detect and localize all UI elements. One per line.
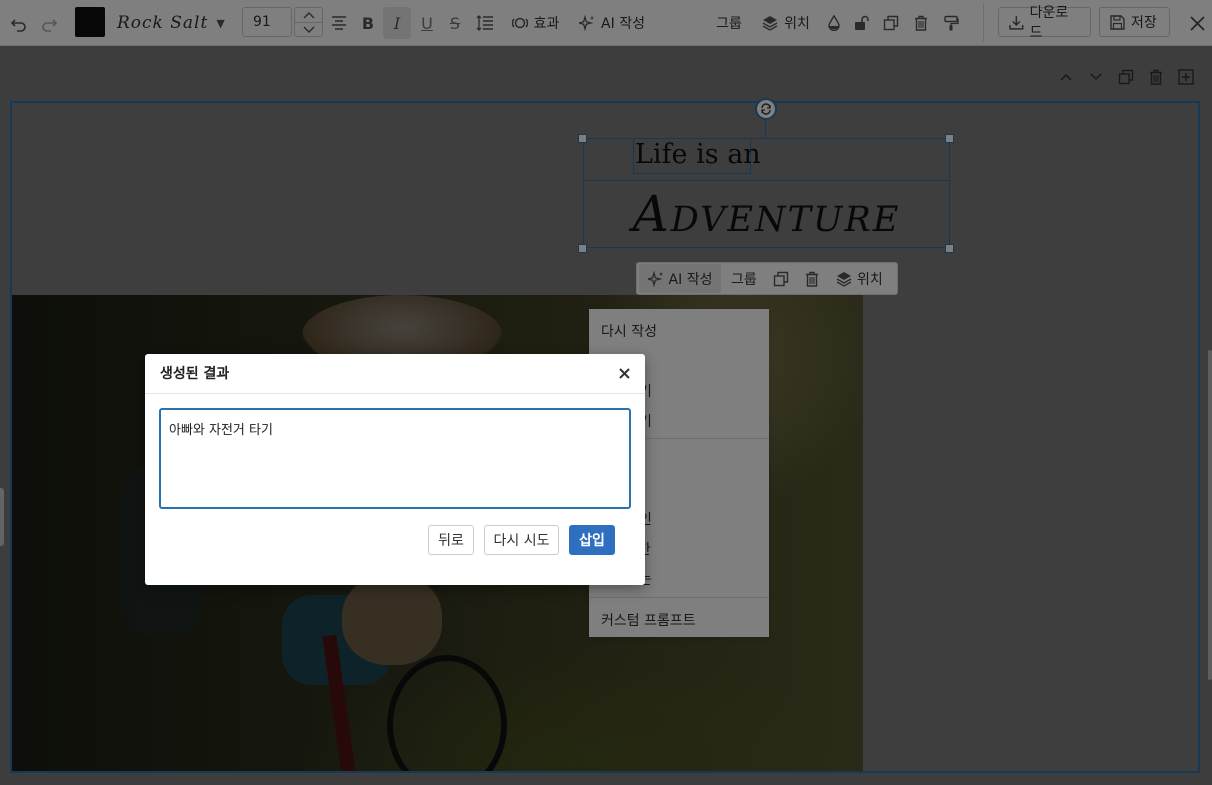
insert-button[interactable]: 삽입 [569, 525, 615, 555]
close-icon[interactable] [615, 364, 633, 382]
dialog-header: 생성된 결과 [145, 354, 645, 394]
dialog-title: 생성된 결과 [160, 366, 230, 382]
retry-button[interactable]: 다시 시도 [484, 525, 559, 555]
back-button[interactable]: 뒤로 [428, 525, 474, 555]
generated-result-dialog: 생성된 결과 아빠와 자전거 타기 뒤로 다시 시도 삽입 [145, 354, 645, 585]
result-textarea[interactable]: 아빠와 자전거 타기 [159, 408, 631, 509]
